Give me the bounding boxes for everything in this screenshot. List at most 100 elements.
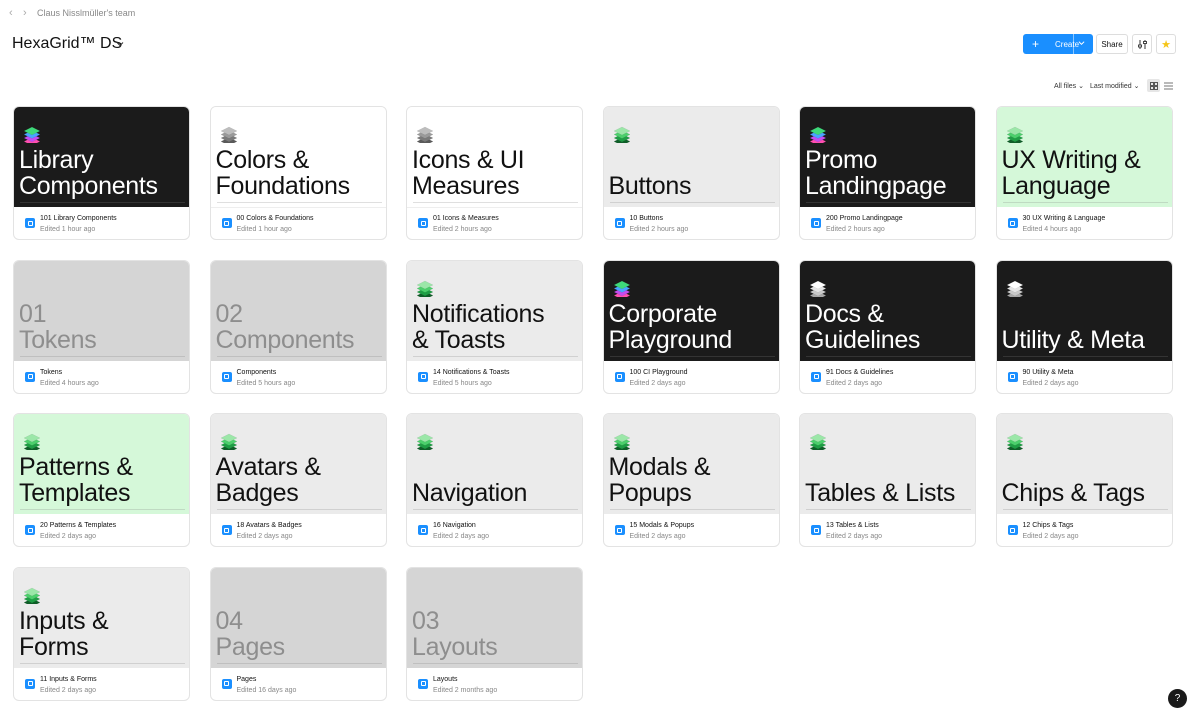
file-card[interactable]: Patterns & Templates 20 Patterns & Templa… <box>13 413 190 547</box>
file-card[interactable]: Promo Landingpage 200 Promo Landingpage Ed… <box>799 106 976 240</box>
file-card[interactable]: Buttons 10 Buttons Edited 2 hours ago <box>602 106 780 240</box>
file-card[interactable]: 04 Pages Pages Edited 16 days ago <box>209 566 387 701</box>
file-thumbnail[interactable]: Promo Landingpage <box>800 107 975 207</box>
thumbnail-title: Docs & Guidelines <box>805 299 921 354</box>
file-edited-time: Edited 2 days ago <box>40 686 97 694</box>
file-thumbnail[interactable]: Navigation <box>407 414 582 514</box>
file-name: 101 Library Components <box>40 215 117 222</box>
file-thumbnail[interactable]: Corporate Playground <box>603 260 779 361</box>
file-card[interactable]: Inputs & Forms 11 Inputs & Forms Edited 2 … <box>13 566 190 701</box>
file-thumbnail[interactable]: Avatars & Badges <box>210 414 386 514</box>
help-button[interactable]: ? <box>1168 689 1187 708</box>
design-file-icon <box>25 371 35 382</box>
file-thumbnail[interactable]: UX Writing & Language <box>996 107 1172 207</box>
thumbnail-title: UX Writing & Language <box>1001 146 1141 200</box>
file-thumbnail[interactable]: 04 Pages <box>210 567 386 668</box>
file-thumbnail[interactable]: Library Components <box>14 107 189 207</box>
file-card[interactable]: Utility & Meta 90 Utility & Meta Edited 2 … <box>995 259 1173 394</box>
design-file-icon <box>418 678 428 689</box>
sort-filter[interactable]: Last modified ⌄ <box>1090 82 1139 90</box>
file-meta: 20 Patterns & Templates Edited 2 days ago <box>14 514 189 546</box>
file-edited-time: Edited 2 hours ago <box>433 226 492 233</box>
star-icon[interactable]: ★ <box>1156 34 1176 54</box>
file-meta: 30 UX Writing & Language Edited 4 hours a… <box>997 207 1172 239</box>
file-card[interactable]: Notifications & Toasts 14 Notifications &… <box>406 259 583 394</box>
file-thumbnail[interactable]: Docs & Guidelines <box>800 260 975 361</box>
file-thumbnail[interactable]: Notifications & Toasts <box>407 260 582 361</box>
file-card[interactable]: Tables & Lists 13 Tables & Lists Edited 2 … <box>799 413 976 547</box>
design-file-icon <box>811 218 821 228</box>
design-file-icon <box>614 525 625 535</box>
back-arrow-icon[interactable]: ‹ <box>9 7 13 19</box>
thumbnail-title: Tables & Lists <box>805 479 956 507</box>
file-card[interactable]: Corporate Playground 100 CI Playground Edi… <box>602 259 780 394</box>
layers-stack-icon <box>416 280 434 297</box>
thumbnail-footer-line <box>20 509 185 512</box>
create-button[interactable]: + Create <box>1023 34 1093 54</box>
layers-stack-icon <box>1006 280 1023 297</box>
layers-stack-icon <box>23 433 41 450</box>
thumbnail-title: Library Components <box>19 146 158 200</box>
file-card[interactable]: 02 Components Components Edited 5 hours ag… <box>209 259 387 394</box>
layers-stack-icon <box>1006 433 1023 450</box>
project-title[interactable]: HexaGrid™ DS <box>12 35 122 53</box>
thumbnail-footer-line <box>609 202 775 205</box>
thumbnail-title: Icons & UI Measures <box>412 146 525 200</box>
chevron-down-icon[interactable] <box>1078 38 1085 48</box>
share-button[interactable]: Share <box>1096 34 1128 54</box>
file-card[interactable]: Library Components 101 Library Components… <box>13 106 190 240</box>
design-file-icon <box>811 371 821 382</box>
thumbnail-footer-line <box>609 509 775 512</box>
layers-stack-icon <box>613 280 630 297</box>
forward-arrow-icon[interactable]: › <box>23 7 27 19</box>
file-card[interactable]: UX Writing & Language 30 UX Writing & Lan… <box>995 106 1173 240</box>
thumbnail-footer-line <box>413 202 578 205</box>
design-file-icon <box>1007 371 1018 382</box>
file-name: 10 Buttons <box>629 215 663 222</box>
file-thumbnail[interactable]: Tables & Lists <box>800 414 975 514</box>
breadcrumb-team[interactable]: Claus Nisslmüller's team <box>37 8 135 18</box>
file-thumbnail[interactable]: Modals & Popups <box>603 414 779 514</box>
file-thumbnail[interactable]: Patterns & Templates <box>14 414 189 514</box>
file-card[interactable]: Modals & Popups 15 Modals & Popups Edited … <box>602 413 780 547</box>
file-thumbnail[interactable]: 01 Tokens <box>14 260 189 361</box>
file-thumbnail[interactable]: Buttons <box>603 107 779 207</box>
plus-icon: + <box>1032 37 1040 51</box>
file-thumbnail[interactable]: Colors & Foundations <box>210 107 386 208</box>
file-thumbnail[interactable]: 02 Components <box>210 260 386 361</box>
chevron-down-icon[interactable] <box>116 39 124 50</box>
file-thumbnail[interactable]: Utility & Meta <box>996 260 1172 361</box>
settings-sliders-icon[interactable] <box>1132 34 1152 54</box>
file-edited-time: Edited 2 days ago <box>1022 533 1079 540</box>
file-card[interactable]: Avatars & Badges 18 Avatars & Badges Edite… <box>209 413 387 547</box>
file-thumbnail[interactable]: Inputs & Forms <box>14 567 189 668</box>
file-card[interactable]: 01 Tokens Tokens Edited 4 hours ago <box>13 259 190 394</box>
file-card[interactable]: Navigation 16 Navigation Edited 2 days ago <box>406 413 583 547</box>
file-thumbnail[interactable]: Icons & UI Measures <box>407 107 582 208</box>
design-file-icon <box>221 678 232 689</box>
file-name: 100 CI Playground <box>629 368 688 376</box>
file-edited-time: Edited 2 months ago <box>433 686 498 694</box>
file-name: Tokens <box>40 368 63 376</box>
layers-stack-icon <box>613 126 630 143</box>
all-files-filter[interactable]: All files ⌄ <box>1054 82 1084 90</box>
file-edited-time: Edited 2 hours ago <box>826 226 885 233</box>
file-edited-time: Edited 5 hours ago <box>236 379 296 387</box>
file-card[interactable]: Colors & Foundations 00 Colors & Foundati… <box>209 106 387 240</box>
layers-stack-icon <box>416 126 434 143</box>
thumbnail-footer-line <box>806 355 971 359</box>
file-thumbnail[interactable]: Chips & Tags <box>996 414 1172 514</box>
file-card[interactable]: Docs & Guidelines 91 Docs & Guidelines Edi… <box>799 259 976 394</box>
file-edited-time: Edited 2 days ago <box>629 533 686 540</box>
file-card[interactable]: Icons & UI Measures 01 Icons & Measures Ed… <box>406 106 583 240</box>
file-thumbnail[interactable]: 03 Layouts <box>407 567 582 668</box>
thumbnail-footer-line <box>1002 355 1168 359</box>
list-view-icon[interactable] <box>1162 79 1175 92</box>
file-card[interactable]: 03 Layouts Layouts Edited 2 months ago <box>406 566 583 701</box>
design-file-icon <box>811 525 821 535</box>
file-card[interactable]: Chips & Tags 12 Chips & Tags Edited 2 days… <box>995 413 1173 547</box>
layers-stack-icon <box>1006 126 1023 143</box>
file-meta: 00 Colors & Foundations Edited 1 hour ago <box>211 207 386 239</box>
grid-view-icon[interactable] <box>1147 79 1160 92</box>
thumbnail-footer-line <box>413 355 578 359</box>
